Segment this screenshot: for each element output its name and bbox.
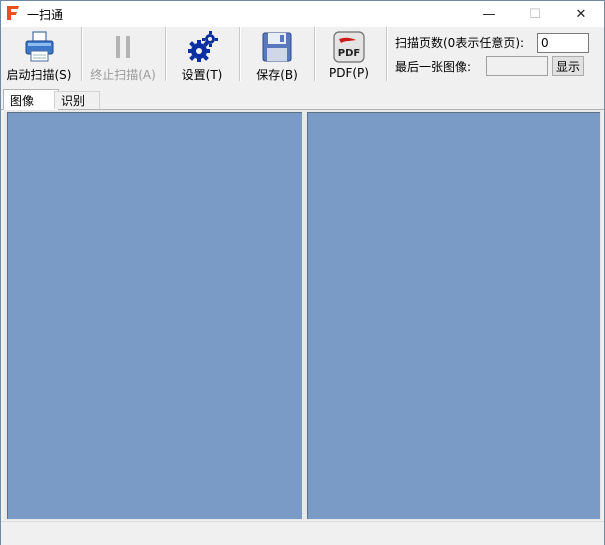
pdf-button[interactable]: PDF PDF(P) — [321, 27, 377, 83]
scanner-icon — [25, 31, 54, 62]
show-button[interactable]: 显示 — [552, 56, 584, 76]
pause-icon — [116, 36, 130, 58]
save-label: 保存(B) — [256, 68, 298, 82]
start-scan-label: 启动扫描(S) — [6, 68, 72, 82]
stop-scan-label: 终止扫描(A) — [90, 68, 156, 82]
app-window: 一扫通 — ☐ ✕ 启动扫描(S) 终止扫描(A) 设置(T) 保存(B) PD… — [0, 0, 605, 545]
image-view-area — [4, 110, 601, 520]
toolbar-separator — [165, 27, 167, 81]
scan-pages-label: 扫描页数(0表示任意页): — [395, 36, 525, 50]
last-image-field — [486, 56, 548, 76]
scan-pages-input[interactable] — [537, 33, 589, 53]
settings-button[interactable]: 设置(T) — [173, 27, 231, 83]
minimize-button[interactable]: — — [466, 1, 512, 27]
toolbar: 启动扫描(S) 终止扫描(A) 设置(T) 保存(B) PDF PDF(P) 扫… — [1, 27, 604, 85]
settings-label: 设置(T) — [181, 68, 223, 82]
tab-image[interactable]: 图像 — [3, 89, 59, 110]
save-button[interactable]: 保存(B) — [247, 27, 307, 83]
app-logo-icon — [7, 6, 19, 20]
tab-recognize[interactable]: 识别 — [54, 91, 100, 109]
svg-text:PDF: PDF — [338, 48, 360, 59]
toolbar-separator — [81, 27, 83, 81]
start-scan-button[interactable]: 启动扫描(S) — [5, 27, 73, 83]
toolbar-separator — [239, 27, 241, 81]
close-button[interactable]: ✕ — [558, 1, 604, 27]
tab-bar: 图像 识别 — [1, 89, 604, 110]
left-image-pane[interactable] — [7, 112, 302, 519]
right-image-pane[interactable] — [307, 112, 600, 519]
last-image-label: 最后一张图像: — [395, 60, 472, 74]
toolbar-separator — [314, 27, 316, 81]
status-bar — [1, 521, 604, 545]
window-title: 一扫通 — [27, 8, 64, 22]
maximize-button[interactable]: ☐ — [512, 1, 558, 27]
pdf-label: PDF(P) — [329, 66, 369, 80]
gears-icon — [188, 31, 218, 62]
floppy-disk-icon — [262, 32, 292, 62]
stop-scan-button[interactable]: 终止扫描(A) — [87, 27, 159, 83]
title-bar[interactable]: 一扫通 — ☐ ✕ — [1, 1, 604, 27]
pdf-icon: PDF — [333, 31, 365, 63]
toolbar-separator — [386, 27, 388, 81]
